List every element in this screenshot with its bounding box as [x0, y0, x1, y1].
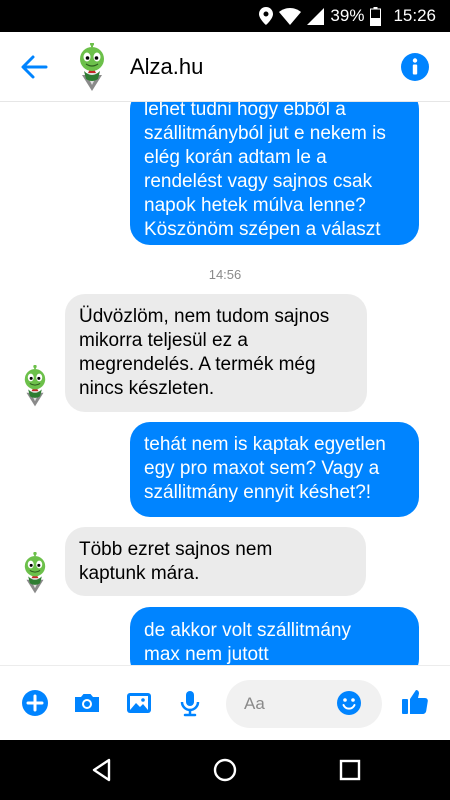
message-timestamp: 14:56 — [208, 267, 242, 282]
alien-mascot-icon — [80, 42, 104, 91]
conversation-header: Alza.hu — [0, 32, 450, 102]
message-bubble-incoming[interactable]: Üdvözlöm, nem tudom sajnos mikorra telje… — [65, 294, 367, 412]
plus-circle-icon — [22, 690, 48, 716]
nav-back-button[interactable] — [88, 756, 116, 784]
contact-name[interactable]: Alza.hu — [130, 54, 203, 80]
thumbs-up-icon — [402, 690, 428, 714]
message-bubble-incoming[interactable]: Több ezret sajnos nem kaptunk mára. — [65, 527, 366, 596]
message-text-line: kaptunk mára. — [79, 563, 200, 584]
message-text-line: szállitmányból jut e nekem is — [144, 123, 386, 144]
signal-icon — [307, 7, 325, 25]
battery-icon — [370, 6, 382, 26]
smiley-icon — [337, 691, 361, 715]
message-text-line: megrendelés. A termék még — [79, 354, 316, 375]
sender-avatar[interactable] — [18, 551, 52, 594]
image-icon — [127, 693, 151, 713]
message-text-line: max nem jutott — [144, 644, 269, 665]
add-button[interactable] — [20, 688, 50, 718]
circle-home-icon — [213, 758, 237, 782]
arrow-left-icon — [21, 55, 48, 79]
message-text-line: Üdvözlöm, nem tudom sajnos — [79, 306, 330, 327]
alien-mascot-icon — [24, 551, 46, 594]
info-button[interactable] — [401, 53, 429, 81]
message-text-line: de akkor volt szállitmány — [144, 620, 351, 641]
battery-percent: 39% — [330, 6, 365, 25]
message-text-line: nincs készleten. — [79, 378, 215, 399]
message-text-line: Több ezret sajnos nem — [79, 539, 273, 560]
message-bubble-outgoing[interactable]: tehát nem is kaptak egyetlen egy pro max… — [130, 422, 419, 517]
status-icons: 39% 15:26 — [259, 0, 436, 32]
status-bar: 39% 15:26 — [0, 0, 450, 32]
message-text-line: elég korán adtam le a — [144, 147, 327, 168]
message-text-line: rendelést vagy sajnos csak — [144, 171, 373, 192]
message-text-line: szállitmány ennyit késhet?! — [144, 482, 372, 503]
contact-avatar[interactable] — [72, 42, 112, 91]
sender-avatar[interactable] — [18, 364, 52, 407]
message-list[interactable]: lehet tudni hogy ebből a szállitmányból … — [0, 102, 450, 665]
message-text-line: egy pro maxot sem? Vagy a — [144, 458, 380, 479]
microphone-icon — [180, 691, 200, 717]
back-button[interactable] — [18, 52, 50, 82]
message-composer — [0, 665, 450, 740]
message-text-line: napok hetek múlva lenne? — [144, 195, 366, 216]
message-text-line: lehet tudni hogy ebből a — [144, 102, 346, 120]
location-icon — [259, 7, 274, 25]
nav-recents-button[interactable] — [336, 756, 364, 784]
like-button[interactable] — [399, 686, 431, 718]
message-input[interactable] — [244, 692, 334, 716]
emoji-button[interactable] — [335, 689, 363, 717]
voice-button[interactable] — [175, 688, 205, 718]
message-text-line: tehát nem is kaptak egyetlen — [144, 434, 386, 455]
message-text-line: Köszönöm szépen a választ — [144, 219, 381, 240]
nav-home-button[interactable] — [211, 756, 239, 784]
camera-button[interactable] — [72, 688, 102, 718]
wifi-icon — [279, 7, 302, 25]
message-bubble-outgoing[interactable]: lehet tudni hogy ebből a szállitmányból … — [130, 102, 419, 245]
alien-mascot-icon — [24, 364, 46, 407]
triangle-back-icon — [92, 758, 111, 782]
status-time: 15:26 — [393, 6, 436, 25]
info-icon — [412, 58, 418, 75]
gallery-button[interactable] — [124, 688, 154, 718]
square-recents-icon — [339, 759, 361, 781]
camera-icon — [75, 694, 99, 712]
message-bubble-outgoing[interactable]: de akkor volt szállitmány max nem jutott — [130, 607, 419, 665]
system-navigation-bar — [0, 740, 450, 800]
message-text-line: mikorra teljesül ez a — [79, 330, 248, 351]
